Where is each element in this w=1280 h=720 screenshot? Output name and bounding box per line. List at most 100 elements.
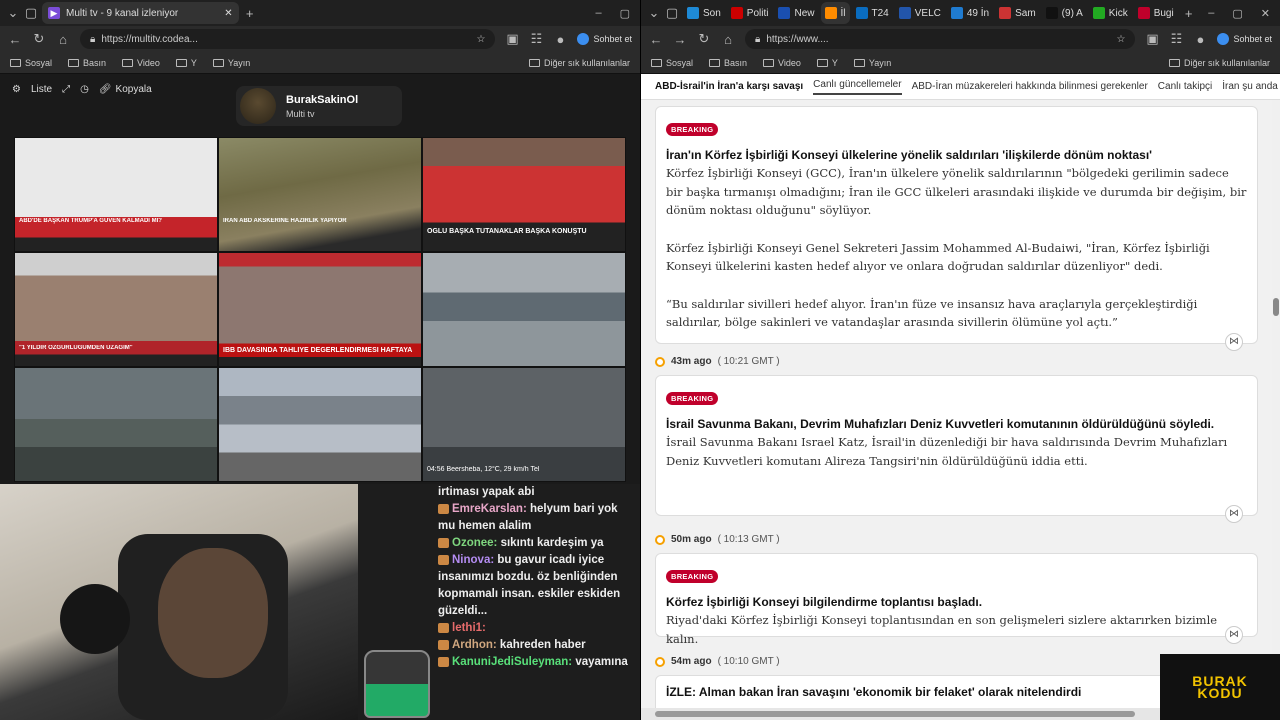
multitv-favicon-icon: ▶ xyxy=(48,7,60,19)
link-icon: 🔗︎ xyxy=(98,84,112,95)
close-window-icon[interactable]: ✕ xyxy=(1261,7,1270,20)
video-tile-1[interactable]: ABD'DE BAŞKAN TRUMP'A GÜVEN KALMADI MI? xyxy=(14,137,218,252)
back-icon[interactable]: ← xyxy=(8,32,22,47)
video-tile-3[interactable]: OĞLU BAŞKA TUTANAKLAR BAŞKA KONUŞTU xyxy=(422,137,626,252)
breaking-badge: BREAKING xyxy=(666,570,719,583)
browser-tab[interactable]: İl xyxy=(820,2,850,24)
bookmark-folder-sosyal[interactable]: Sosyal xyxy=(651,58,693,68)
bookmark-folder-basin[interactable]: Basın xyxy=(709,58,747,68)
browser-tab[interactable]: Politi xyxy=(727,2,773,24)
url-field[interactable]: 🔒︎ https://multitv.codea... ☆ xyxy=(80,29,496,49)
nav-item-negotiations[interactable]: ABD-İran müzakereleri hakkında bilinmesi… xyxy=(912,81,1148,92)
workspaces-icon[interactable]: ▢ xyxy=(665,5,679,21)
close-tab-icon[interactable]: ✕ xyxy=(224,8,232,19)
forward-icon[interactable]: → xyxy=(673,32,687,47)
refresh-icon[interactable]: ↻ xyxy=(697,31,711,47)
back-icon[interactable]: ← xyxy=(649,32,663,47)
copilot-icon xyxy=(577,33,590,45)
bookmark-folder-video[interactable]: Video xyxy=(763,58,801,68)
chat-text: kahreden haber xyxy=(499,639,586,651)
tab-multitv[interactable]: ▶ Multi tv - 9 kanal izleniyor ✕ xyxy=(42,2,239,24)
url-field[interactable]: 🔒︎ https://www.... ☆ xyxy=(745,29,1136,49)
bookmark-folder-other[interactable]: Diğer sık kullanılanlar xyxy=(1168,58,1270,68)
post-headline[interactable]: Körfez İşbirliği Konseyi bilgilendirme t… xyxy=(666,595,1247,609)
fullscreen-button[interactable]: ⤢ xyxy=(62,84,70,95)
timer-button[interactable]: ◷ xyxy=(80,84,89,95)
post-headline[interactable]: İran'ın Körfez İşbirliği Konseyi ülkeler… xyxy=(666,148,1247,162)
profile-avatar-icon[interactable]: ● xyxy=(553,32,567,47)
bookmark-folder-video[interactable]: Video xyxy=(122,58,160,68)
chat-username[interactable]: lethi1: xyxy=(452,622,486,634)
share-icon[interactable]: ⋈ xyxy=(1225,333,1243,351)
url-text: https://www.... xyxy=(766,33,829,45)
bookmark-folder-yayin[interactable]: Yayın xyxy=(853,58,891,68)
favorite-star-icon[interactable]: ☆ xyxy=(1117,34,1126,45)
browser-tab[interactable]: Son xyxy=(683,2,725,24)
extension-icon[interactable]: ▣ xyxy=(505,31,519,47)
share-icon[interactable]: ⋈ xyxy=(1225,626,1243,644)
browser-tab[interactable]: Bugi xyxy=(1134,2,1178,24)
new-tab-icon[interactable]: + xyxy=(1182,6,1196,21)
refresh-icon[interactable]: ↻ xyxy=(32,31,46,47)
vertical-scrollbar[interactable] xyxy=(1272,100,1280,708)
channel-profile-card[interactable]: BurakSakinOl Multi tv xyxy=(236,86,402,126)
chat-username[interactable]: Ardhon: xyxy=(452,639,497,651)
copy-button[interactable]: 🔗︎ Kopyala xyxy=(99,84,152,95)
tab-list-icon[interactable]: ⌄ xyxy=(647,5,661,21)
bookmark-folder-basin[interactable]: Basın xyxy=(68,58,106,68)
browser-tab[interactable]: Sam xyxy=(995,2,1040,24)
browser-tab[interactable]: 49 İn xyxy=(947,2,993,24)
live-post: BREAKING Körfez İşbirliği Konseyi bilgil… xyxy=(655,553,1258,646)
nav-item-live-updates[interactable]: Canlı güncellemeler xyxy=(813,79,902,95)
sohbet-et-button[interactable]: Sohbet et xyxy=(1217,33,1272,45)
nav-item-live-tracker[interactable]: Canlı takipçi xyxy=(1158,81,1212,92)
video-tile-2[interactable]: İRAN ABD AKSKERİNE HAZIRLIK YAPIYOR xyxy=(218,137,422,252)
chat-username[interactable]: EmreKarslan: xyxy=(452,503,527,515)
favorite-star-icon[interactable]: ☆ xyxy=(477,34,486,45)
chat-username[interactable]: Ninova: xyxy=(452,554,494,566)
bookmark-folder-yayin[interactable]: Yayın xyxy=(212,58,250,68)
tab-list-icon[interactable]: ⌄ xyxy=(6,5,20,21)
browser-tab[interactable]: T24 xyxy=(852,2,893,24)
browser-tab[interactable]: VELC xyxy=(895,2,945,24)
extension-icon[interactable]: ▣ xyxy=(1145,31,1159,47)
list-button[interactable]: Liste xyxy=(31,84,52,95)
video-tile-9[interactable]: 04:56 Beersheba, 12°C, 29 km/h Tel xyxy=(422,367,626,482)
minimize-icon[interactable]: – xyxy=(595,7,601,20)
browser-tab[interactable]: (9) A xyxy=(1042,2,1087,24)
bookmark-folder-y[interactable]: Y xyxy=(816,58,838,68)
sohbet-et-button[interactable]: Sohbet et xyxy=(577,33,632,45)
post-headline[interactable]: İsrail Savunma Bakanı, Devrim Muhafızlar… xyxy=(666,417,1247,431)
maximize-icon[interactable]: ▢ xyxy=(1232,7,1242,20)
chat-username[interactable]: Ozonee: xyxy=(452,537,497,549)
scrollbar-thumb[interactable] xyxy=(1273,298,1279,316)
share-icon[interactable]: ⋈ xyxy=(1225,505,1243,523)
video-tile-4[interactable]: "1 YILDIR ÖZGÜRLÜĞÜMDEN UZAĞIM" xyxy=(14,252,218,367)
video-tile-6[interactable] xyxy=(422,252,626,367)
video-tile-7[interactable] xyxy=(14,367,218,482)
video-tile-5[interactable]: İBB DAVASINDA TAHLİYE DEĞERLENDİRMESİ HA… xyxy=(218,252,422,367)
collections-icon[interactable]: ☷ xyxy=(529,31,543,47)
browser-tab[interactable]: Kick xyxy=(1089,2,1132,24)
maximize-icon[interactable]: ▢ xyxy=(620,7,630,20)
workspaces-icon[interactable]: ▢ xyxy=(24,5,38,21)
home-icon[interactable]: ⌂ xyxy=(721,32,735,47)
home-icon[interactable]: ⌂ xyxy=(56,32,70,47)
collections-icon[interactable]: ☷ xyxy=(1169,31,1183,47)
video-caption: ABD'DE BAŞKAN TRUMP'A GÜVEN KALMADI MI? xyxy=(19,218,162,224)
nav-item-iran-now[interactable]: İran şu anda dah xyxy=(1222,81,1280,92)
scrollbar-thumb[interactable] xyxy=(655,711,1135,717)
settings-button[interactable]: ⚙ xyxy=(12,84,21,95)
profile-avatar-icon[interactable]: ● xyxy=(1193,32,1207,47)
nav-title[interactable]: ABD-İsrail'in İran'a karşı savaşı xyxy=(655,81,803,92)
browser-tab[interactable]: New xyxy=(774,2,818,24)
bookmark-folder-sosyal[interactable]: Sosyal xyxy=(10,58,52,68)
video-tile-8[interactable] xyxy=(218,367,422,482)
chat-username[interactable]: KanuniJediSuleyman: xyxy=(452,656,572,668)
folder-icon xyxy=(68,58,80,67)
streamer-figure xyxy=(158,548,268,678)
minimize-icon[interactable]: – xyxy=(1208,7,1214,20)
bookmark-folder-y[interactable]: Y xyxy=(175,58,197,68)
bookmark-folder-other[interactable]: Diğer sık kullanılanlar xyxy=(528,58,630,68)
new-tab-icon[interactable]: + xyxy=(243,6,257,21)
